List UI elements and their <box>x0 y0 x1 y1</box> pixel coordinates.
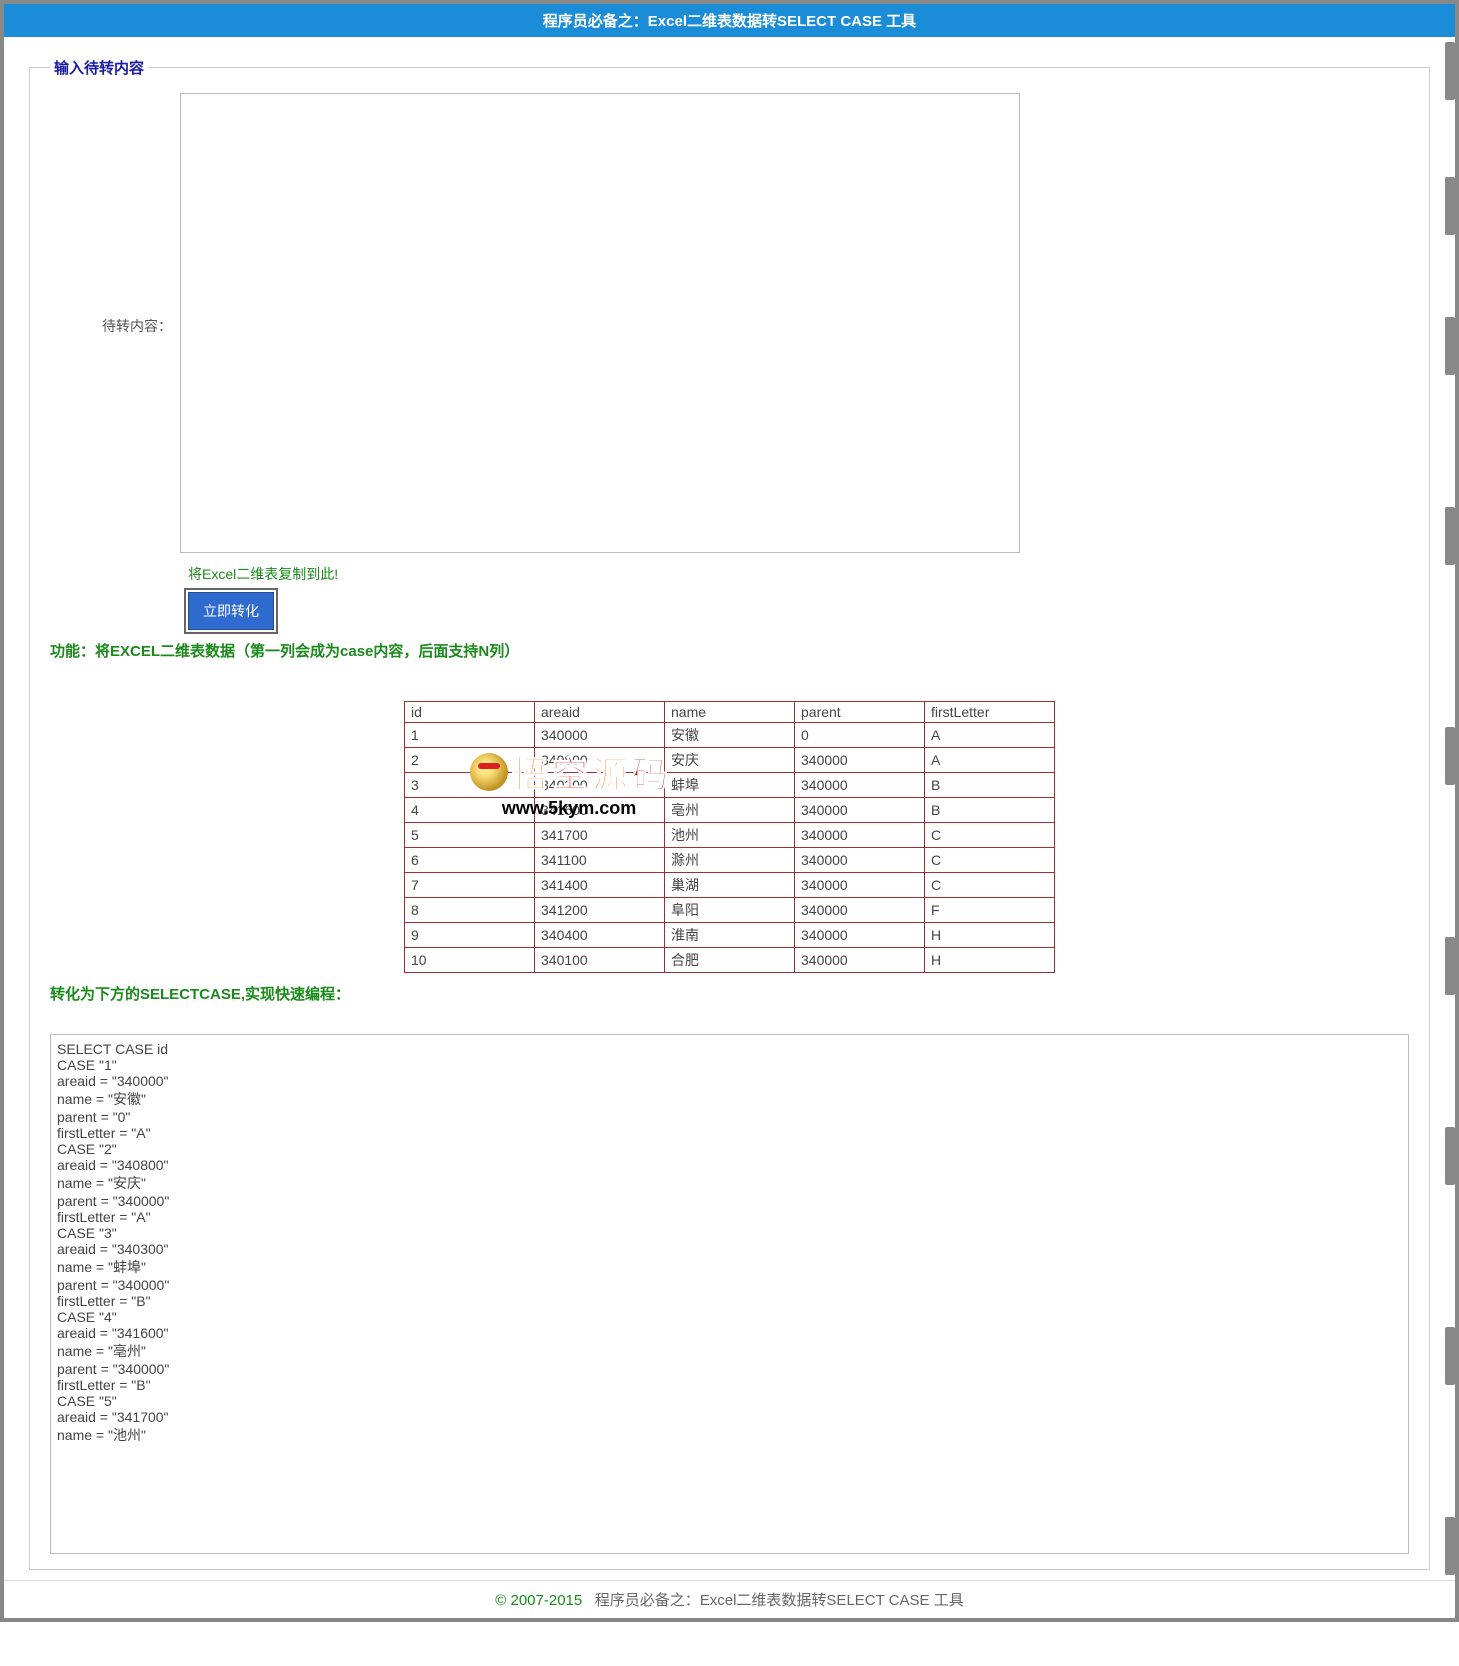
scrollbar-thumb[interactable] <box>1445 1327 1455 1385</box>
table-cell: 340000 <box>795 873 925 898</box>
main-content: 输入待转内容 待转内容： 将Excel二维表复制到此! 立即转化 功能：将EXC… <box>4 37 1455 1580</box>
table-row: 1340000安徽0A <box>405 723 1055 748</box>
convert-button[interactable]: 立即转化 <box>188 592 274 630</box>
table-cell: 3 <box>405 773 535 798</box>
table-cell: A <box>925 723 1055 748</box>
table-cell: C <box>925 823 1055 848</box>
source-textarea[interactable] <box>180 93 1020 553</box>
table-cell: C <box>925 848 1055 873</box>
table-cell: H <box>925 948 1055 973</box>
scrollbar-thumb[interactable] <box>1445 937 1455 995</box>
table-cell: 340000 <box>795 898 925 923</box>
table-row: 2340800安庆340000A <box>405 748 1055 773</box>
table-cell: A <box>925 748 1055 773</box>
output-textarea[interactable] <box>50 1034 1409 1554</box>
table-row: idareaidnameparentfirstLetter <box>405 702 1055 723</box>
table-cell: 巢湖 <box>665 873 795 898</box>
table-cell: 安徽 <box>665 723 795 748</box>
table-cell: 340000 <box>795 748 925 773</box>
table-row: 6341100滁州340000C <box>405 848 1055 873</box>
table-cell: B <box>925 773 1055 798</box>
table-cell: firstLetter <box>925 702 1055 723</box>
scrollbar-thumb[interactable] <box>1445 727 1455 785</box>
table-cell: 341200 <box>535 898 665 923</box>
table-row: 9340400淮南340000H <box>405 923 1055 948</box>
table-cell: 340000 <box>795 798 925 823</box>
input-label: 待转内容： <box>50 316 180 336</box>
table-cell: 340000 <box>795 823 925 848</box>
description-function: 功能：将EXCEL二维表数据（第一列会成为case内容，后面支持N列） <box>50 640 1409 661</box>
table-row: 10340100合肥340000H <box>405 948 1055 973</box>
table-cell: parent <box>795 702 925 723</box>
table-cell: 阜阳 <box>665 898 795 923</box>
table-cell: 蚌埠 <box>665 773 795 798</box>
table-row: 4341600亳州340000B <box>405 798 1055 823</box>
table-cell: 7 <box>405 873 535 898</box>
table-cell: 0 <box>795 723 925 748</box>
table-cell: 池州 <box>665 823 795 848</box>
table-cell: 340800 <box>535 748 665 773</box>
table-cell: 安庆 <box>665 748 795 773</box>
scrollbar-thumb[interactable] <box>1445 507 1455 565</box>
fieldset-legend: 输入待转内容 <box>50 57 148 78</box>
table-cell: 5 <box>405 823 535 848</box>
table-cell: B <box>925 798 1055 823</box>
table-cell: 340100 <box>535 948 665 973</box>
table-cell: 340000 <box>795 773 925 798</box>
table-row: 7341400巢湖340000C <box>405 873 1055 898</box>
description-output: 转化为下方的SELECTCASE,实现快速编程： <box>50 983 1409 1004</box>
scrollbar-thumb[interactable] <box>1445 42 1455 100</box>
table-cell: 6 <box>405 848 535 873</box>
table-cell: 340400 <box>535 923 665 948</box>
scrollbar-thumb[interactable] <box>1445 1517 1455 1575</box>
table-cell: 341400 <box>535 873 665 898</box>
table-cell: 10 <box>405 948 535 973</box>
table-cell: 341100 <box>535 848 665 873</box>
footer-year: © 2007-2015 <box>495 1592 582 1609</box>
scrollbar-thumb[interactable] <box>1445 1127 1455 1185</box>
table-cell: 340300 <box>535 773 665 798</box>
table-cell: 亳州 <box>665 798 795 823</box>
scrollbar-thumb[interactable] <box>1445 317 1455 375</box>
table-cell: 合肥 <box>665 948 795 973</box>
scrollbar-thumb[interactable] <box>1445 177 1455 235</box>
table-cell: areaid <box>535 702 665 723</box>
hint-text: 将Excel二维表复制到此! <box>188 564 1409 584</box>
table-cell: name <box>665 702 795 723</box>
table-cell: 2 <box>405 748 535 773</box>
page-title-bar: 程序员必备之：Excel二维表数据转SELECT CASE 工具 <box>4 4 1455 37</box>
table-row: 5341700池州340000C <box>405 823 1055 848</box>
table-row: 3340300蚌埠340000B <box>405 773 1055 798</box>
input-fieldset: 输入待转内容 待转内容： 将Excel二维表复制到此! 立即转化 功能：将EXC… <box>29 57 1430 1570</box>
page-title: 程序员必备之：Excel二维表数据转SELECT CASE 工具 <box>543 13 916 30</box>
footer-text: 程序员必备之：Excel二维表数据转SELECT CASE 工具 <box>595 1592 964 1609</box>
table-cell: H <box>925 923 1055 948</box>
table-cell: id <box>405 702 535 723</box>
table-cell: 4 <box>405 798 535 823</box>
table-cell: 340000 <box>795 923 925 948</box>
table-cell: 340000 <box>535 723 665 748</box>
table-cell: 滁州 <box>665 848 795 873</box>
table-cell: 8 <box>405 898 535 923</box>
table-cell: 341600 <box>535 798 665 823</box>
table-cell: 9 <box>405 923 535 948</box>
table-cell: 340000 <box>795 848 925 873</box>
table-cell: 淮南 <box>665 923 795 948</box>
table-cell: 341700 <box>535 823 665 848</box>
table-cell: F <box>925 898 1055 923</box>
footer: © 2007-2015 程序员必备之：Excel二维表数据转SELECT CAS… <box>4 1580 1455 1618</box>
table-cell: 340000 <box>795 948 925 973</box>
table-row: 8341200阜阳340000F <box>405 898 1055 923</box>
table-cell: C <box>925 873 1055 898</box>
example-table: idareaidnameparentfirstLetter1340000安徽0A… <box>404 701 1055 973</box>
table-cell: 1 <box>405 723 535 748</box>
